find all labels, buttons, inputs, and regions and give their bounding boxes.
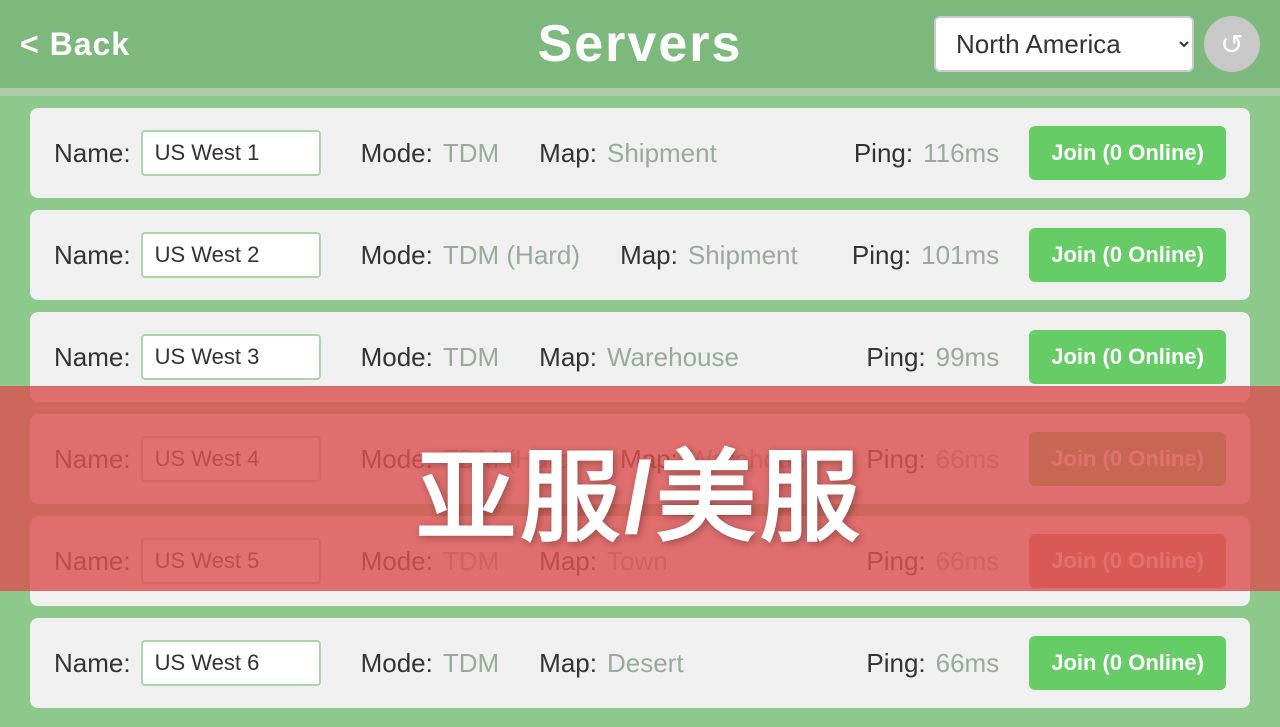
- name-label: Name:: [54, 546, 131, 577]
- ping-label: Ping:: [854, 138, 913, 169]
- server-row: Name: Mode: TDM (Hard) Map: Warehouse Pi…: [30, 414, 1250, 504]
- back-button[interactable]: < Back: [20, 26, 130, 63]
- mode-label: Mode:: [361, 240, 433, 271]
- ping-label: Ping:: [866, 648, 925, 679]
- ping-label: Ping:: [866, 444, 925, 475]
- ping-value: 116ms: [923, 138, 999, 169]
- join-button[interactable]: Join (0 Online): [1029, 534, 1226, 588]
- ping-label: Ping:: [852, 240, 911, 271]
- ping-group: Ping: 66ms: [866, 648, 999, 679]
- server-row: Name: Mode: TDM Map: Desert Ping: 66ms J…: [30, 618, 1250, 708]
- map-label: Map:: [539, 648, 597, 679]
- name-input[interactable]: [141, 130, 321, 176]
- name-input[interactable]: [141, 538, 321, 584]
- map-group: Map: Town: [539, 546, 668, 577]
- ping-group: Ping: 101ms: [852, 240, 999, 271]
- name-input[interactable]: [141, 640, 321, 686]
- server-row: Name: Mode: TDM (Hard) Map: Shipment Pin…: [30, 210, 1250, 300]
- name-group: Name:: [54, 232, 321, 278]
- name-group: Name:: [54, 436, 321, 482]
- map-group: Map: Warehouse: [539, 342, 739, 373]
- ping-group: Ping: 66ms: [866, 546, 999, 577]
- name-label: Name:: [54, 648, 131, 679]
- name-group: Name:: [54, 334, 321, 380]
- name-label: Name:: [54, 342, 131, 373]
- mode-group: Mode: TDM (Hard): [361, 444, 580, 475]
- refresh-button[interactable]: ↺: [1204, 16, 1260, 72]
- map-group: Map: Warehouse: [620, 444, 820, 475]
- name-label: Name:: [54, 444, 131, 475]
- header: < Back Servers North America Europe Asia…: [0, 0, 1280, 88]
- server-row: Name: Mode: TDM Map: Town Ping: 66ms Joi…: [30, 516, 1250, 606]
- map-group: Map: Desert: [539, 648, 683, 679]
- name-label: Name:: [54, 240, 131, 271]
- mode-group: Mode: TDM (Hard): [361, 240, 580, 271]
- map-value: Warehouse: [688, 444, 820, 475]
- ping-value: 66ms: [936, 648, 1000, 679]
- name-group: Name:: [54, 640, 321, 686]
- ping-value: 99ms: [936, 342, 1000, 373]
- mode-value: TDM (Hard): [443, 240, 580, 271]
- map-group: Map: Shipment: [620, 240, 798, 271]
- ping-group: Ping: 66ms: [866, 444, 999, 475]
- name-input[interactable]: [141, 334, 321, 380]
- map-value: Shipment: [607, 138, 717, 169]
- server-rows: Name: Mode: TDM Map: Shipment Ping: 116m…: [30, 108, 1250, 708]
- mode-group: Mode: TDM: [361, 138, 500, 169]
- mode-label: Mode:: [361, 648, 433, 679]
- mode-value: TDM (Hard): [443, 444, 580, 475]
- page-title: Servers: [538, 14, 743, 74]
- header-right: North America Europe Asia South America …: [934, 16, 1260, 72]
- join-button[interactable]: Join (0 Online): [1029, 330, 1226, 384]
- map-label: Map:: [620, 240, 678, 271]
- map-value: Shipment: [688, 240, 798, 271]
- join-button[interactable]: Join (0 Online): [1029, 432, 1226, 486]
- server-list-container: Name: Mode: TDM Map: Shipment Ping: 116m…: [0, 96, 1280, 727]
- server-row: Name: Mode: TDM Map: Warehouse Ping: 99m…: [30, 312, 1250, 402]
- mode-value: TDM: [443, 138, 499, 169]
- map-label: Map:: [539, 546, 597, 577]
- name-label: Name:: [54, 138, 131, 169]
- ping-label: Ping:: [866, 546, 925, 577]
- map-label: Map:: [539, 138, 597, 169]
- ping-value: 66ms: [936, 444, 1000, 475]
- ping-label: Ping:: [866, 342, 925, 373]
- server-row: Name: Mode: TDM Map: Shipment Ping: 116m…: [30, 108, 1250, 198]
- mode-value: TDM: [443, 342, 499, 373]
- ping-value: 66ms: [936, 546, 1000, 577]
- mode-label: Mode:: [361, 546, 433, 577]
- mode-label: Mode:: [361, 444, 433, 475]
- name-input[interactable]: [141, 232, 321, 278]
- map-group: Map: Shipment: [539, 138, 717, 169]
- map-value: Warehouse: [607, 342, 739, 373]
- join-button[interactable]: Join (0 Online): [1029, 126, 1226, 180]
- ping-group: Ping: 116ms: [854, 138, 999, 169]
- ping-value: 101ms: [921, 240, 999, 271]
- map-label: Map:: [620, 444, 678, 475]
- map-value: Desert: [607, 648, 684, 679]
- header-divider: [0, 88, 1280, 96]
- mode-group: Mode: TDM: [361, 342, 500, 373]
- mode-value: TDM: [443, 546, 499, 577]
- mode-label: Mode:: [361, 342, 433, 373]
- map-label: Map:: [539, 342, 597, 373]
- mode-label: Mode:: [361, 138, 433, 169]
- mode-group: Mode: TDM: [361, 546, 500, 577]
- mode-value: TDM: [443, 648, 499, 679]
- mode-group: Mode: TDM: [361, 648, 500, 679]
- join-button[interactable]: Join (0 Online): [1029, 636, 1226, 690]
- name-group: Name:: [54, 130, 321, 176]
- join-button[interactable]: Join (0 Online): [1029, 228, 1226, 282]
- ping-group: Ping: 99ms: [866, 342, 999, 373]
- map-value: Town: [607, 546, 668, 577]
- name-input[interactable]: [141, 436, 321, 482]
- name-group: Name:: [54, 538, 321, 584]
- refresh-icon: ↺: [1220, 28, 1243, 61]
- region-select[interactable]: North America Europe Asia South America: [934, 16, 1194, 72]
